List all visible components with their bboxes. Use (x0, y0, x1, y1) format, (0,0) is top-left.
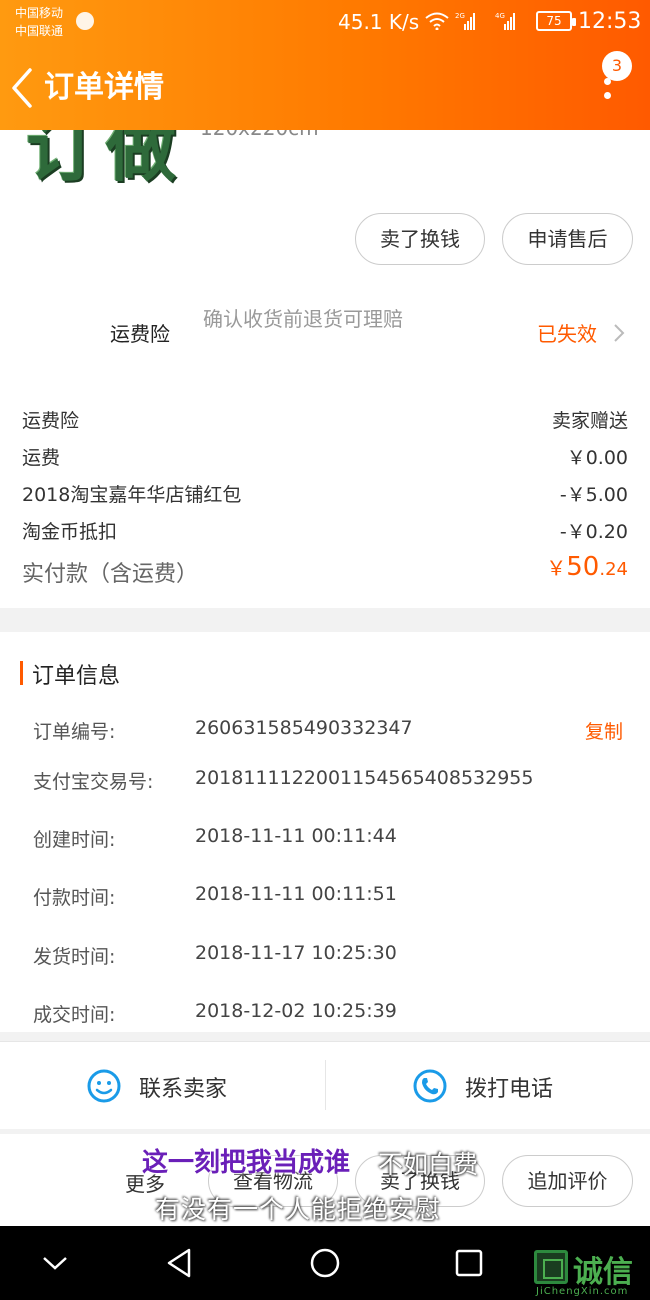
fee-row: 淘金币抵扣 -￥0.20 (22, 517, 628, 544)
contact-seller-button[interactable]: 联系卖家 (139, 1071, 227, 1103)
fee-value: ￥0.00 (566, 447, 628, 469)
total-decimal: .24 (599, 559, 628, 580)
chevron-right-icon[interactable] (612, 322, 626, 344)
shipped-time-label: 发货时间: (33, 946, 116, 968)
alipay-trade-no-label: 支付宝交易号: (33, 771, 154, 793)
battery-icon: 75 (536, 11, 576, 31)
fee-value: -￥5.00 (559, 484, 628, 506)
fee-row: 运费险 卖家赠送 (22, 406, 628, 433)
signal-4g-icon: 4G (495, 12, 515, 30)
subtitle-line-1a: 这一刻把我当成谁 (142, 1148, 351, 1178)
shipping-insurance-desc: 确认收货前退货可理赔 (203, 307, 403, 331)
fee-value: -￥0.20 (559, 521, 628, 543)
contact-divider (325, 1060, 326, 1110)
nav-back-icon[interactable] (163, 1246, 197, 1280)
fee-row: 运费 ￥0.00 (22, 443, 628, 470)
fee-label: 运费 (22, 447, 61, 469)
fee-value: 卖家赠送 (551, 410, 628, 432)
data-roaming-icon (76, 12, 94, 30)
fee-row: 2018淘宝嘉年华店铺红包 -￥5.00 (22, 480, 628, 507)
signal-2g-icon: 2G (455, 12, 475, 30)
created-time-label: 创建时间: (33, 829, 116, 851)
order-info-title: 订单信息 (32, 664, 121, 689)
product-size-clipped: 120x220cm (200, 130, 340, 138)
carrier-labels: 中国移动 中国联通 (15, 4, 63, 40)
network-speed: 45.1 K/s (338, 10, 420, 34)
phone-icon[interactable] (412, 1068, 448, 1104)
watermark-text: 诚信 (573, 1255, 633, 1290)
deal-time-label: 成交时间: (33, 1004, 116, 1026)
alipay-trade-no-value: 2018111122001154565408532955 (195, 767, 534, 789)
app-header: 中国移动 中国联通 45.1 K/s 2G 4G 75 12:53 订单详情 (0, 0, 650, 130)
subtitle-line-2: 有没有一个人能拒绝安慰 (155, 1195, 442, 1224)
message-count-badge[interactable]: 3 (602, 51, 632, 81)
status-time: 12:53 (578, 9, 642, 34)
fee-label: 2018淘宝嘉年华店铺红包 (22, 484, 242, 506)
back-arrow-icon[interactable] (8, 66, 36, 110)
total-paid-amount: ￥50.24 (546, 552, 628, 582)
order-number-value: 260631585490332347 (195, 717, 413, 739)
sig2-label: 4G (495, 12, 505, 20)
shipped-time-value: 2018-11-17 10:25:30 (195, 942, 397, 964)
product-thumbnail[interactable]: 订做 (0, 130, 260, 186)
total-currency: ￥ (546, 556, 567, 580)
add-review-button[interactable]: 追加评价 (502, 1155, 633, 1207)
copy-button[interactable]: 复制 (585, 717, 623, 744)
product-size-text: 120x220cm (200, 130, 319, 138)
total-integer: 50 (566, 552, 600, 582)
shipping-insurance-label: 运费险 (110, 322, 170, 346)
nav-recents-icon[interactable] (452, 1246, 486, 1280)
fee-label: 运费险 (22, 410, 80, 432)
payment-time-label: 付款时间: (33, 887, 116, 909)
sig1-label: 2G (455, 12, 465, 20)
fee-label: 淘金币抵扣 (22, 521, 118, 543)
carrier-1: 中国移动 (15, 6, 64, 20)
page-title: 订单详情 (44, 70, 164, 105)
order-number-label: 订单编号: (33, 721, 116, 743)
product-thumb-text: 订做 (26, 130, 186, 186)
payment-time-value: 2018-11-11 00:11:51 (195, 883, 397, 905)
call-phone-button[interactable]: 拨打电话 (465, 1071, 553, 1103)
wifi-icon (425, 12, 449, 30)
apply-aftersale-button[interactable]: 申请售后 (502, 213, 633, 265)
created-time-value: 2018-11-11 00:11:44 (195, 825, 397, 847)
total-paid-label: 实付款（含运费） (22, 562, 199, 587)
chat-smile-icon[interactable] (86, 1068, 122, 1104)
deal-time-value: 2018-12-02 10:25:39 (195, 1000, 397, 1022)
shipping-insurance-status[interactable]: 已失效 (537, 318, 597, 347)
more-dot-icon (604, 92, 611, 99)
status-bar: 中国移动 中国联通 45.1 K/s 2G 4G 75 12:53 (0, 0, 650, 44)
subtitle-line-1b: 不如白费 (378, 1150, 479, 1179)
hide-nav-chevron-icon[interactable] (38, 1246, 72, 1280)
section-accent-bar (20, 661, 23, 685)
watermark-logo-icon (534, 1250, 568, 1284)
sell-for-cash-button[interactable]: 卖了换钱 (355, 213, 485, 265)
carrier-2: 中国联通 (15, 24, 64, 38)
nav-home-icon[interactable] (308, 1246, 342, 1280)
watermark-url: JiChengXin.com (536, 1286, 629, 1297)
